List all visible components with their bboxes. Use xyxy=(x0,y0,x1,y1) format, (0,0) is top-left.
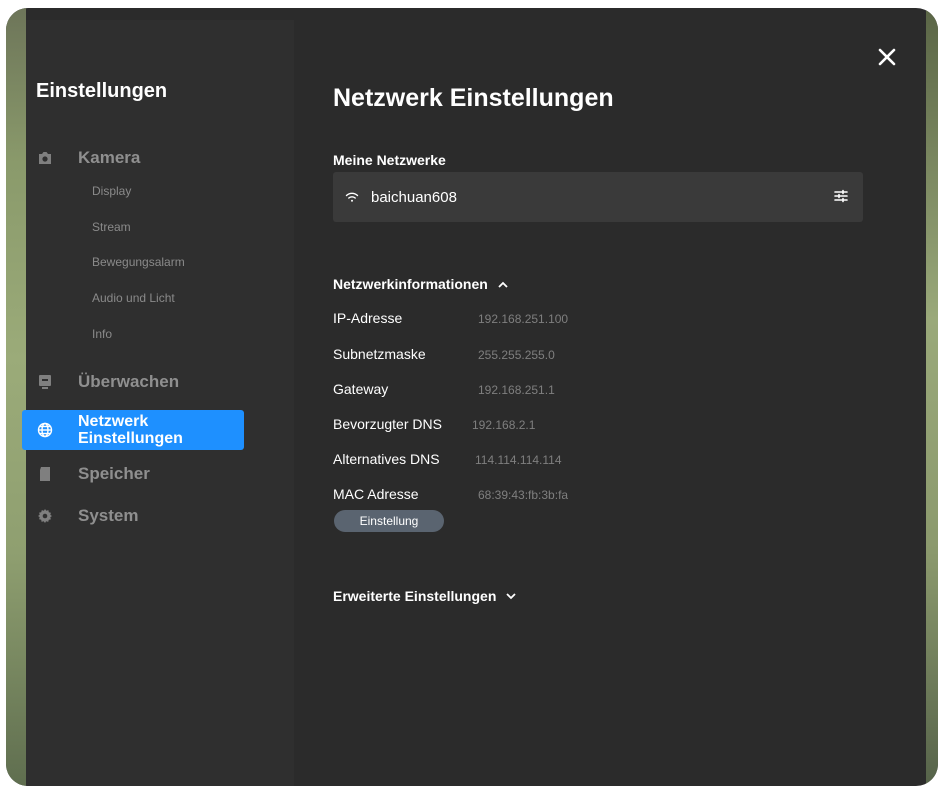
sidebar-item-camera[interactable]: Kamera xyxy=(22,148,244,168)
gear-icon xyxy=(36,507,54,525)
info-value: 192.168.251.100 xyxy=(478,312,569,326)
network-info-title: Netzwerkinformationen xyxy=(333,276,488,292)
globe-icon xyxy=(36,421,54,439)
info-row-preferred-dns: Bevorzugter DNS 192.168.2.1 xyxy=(333,416,535,432)
info-value: 68:39:43:fb:3b:fa xyxy=(478,488,569,502)
sidebar-item-label: Netzwerk Einstellungen xyxy=(78,413,183,447)
page-title: Netzwerk Einstellungen xyxy=(333,84,614,112)
sidebar-item-system[interactable]: System xyxy=(22,506,244,526)
info-row-mac: MAC Adresse 68:39:43:fb:3b:fa xyxy=(333,486,568,502)
sidebar-item-label: System xyxy=(78,506,139,525)
advanced-settings-toggle[interactable]: Erweiterte Einstellungen xyxy=(333,588,517,604)
info-key: Gateway xyxy=(333,381,389,397)
info-value: 192.168.251.1 xyxy=(478,383,555,397)
subitem-stream[interactable]: Stream xyxy=(92,220,131,234)
camera-icon xyxy=(36,149,54,167)
subitem-info[interactable]: Info xyxy=(92,327,112,341)
network-info-toggle[interactable]: Netzwerkinformationen xyxy=(333,276,508,292)
sliders-icon[interactable] xyxy=(833,188,849,204)
settings-dialog xyxy=(6,8,938,786)
my-networks-title: Meine Netzwerke xyxy=(333,152,446,168)
settings-sidebar xyxy=(26,20,294,786)
wifi-ssid: baichuan608 xyxy=(371,188,457,206)
chevron-down-icon xyxy=(506,592,517,600)
sidebar-item-label-line2: Einstellungen xyxy=(78,430,183,447)
sidebar-item-storage[interactable]: Speicher xyxy=(22,464,244,484)
info-row-alternative-dns: Alternatives DNS 114.114.114.114 xyxy=(333,451,562,467)
info-key: IP-Adresse xyxy=(333,310,403,326)
my-networks-heading: Meine Netzwerke xyxy=(333,152,446,168)
advanced-settings-title: Erweiterte Einstellungen xyxy=(333,588,497,604)
subitem-motion-alarm[interactable]: Bewegungsalarm xyxy=(92,255,185,269)
subitem-display[interactable]: Display xyxy=(92,184,131,198)
info-value: 114.114.114.114 xyxy=(475,453,562,467)
info-key: MAC Adresse xyxy=(333,486,419,502)
subitem-audio-light[interactable]: Audio und Licht xyxy=(92,291,175,305)
close-button[interactable] xyxy=(874,44,900,70)
sidebar-title: Einstellungen xyxy=(36,80,168,102)
network-settings-button[interactable]: Einstellung xyxy=(334,510,444,532)
sd-card-icon xyxy=(36,465,54,483)
chevron-up-icon xyxy=(498,281,508,288)
info-row-gateway: Gateway 192.168.251.1 xyxy=(333,381,555,397)
sidebar-item-label: Überwachen xyxy=(78,372,180,391)
video-preview-right xyxy=(926,8,938,786)
info-key: Alternatives DNS xyxy=(333,451,440,467)
wifi-icon xyxy=(345,191,359,203)
sidebar-item-label-line1: Netzwerk xyxy=(78,413,149,430)
wifi-network-card[interactable]: baichuan608 xyxy=(333,172,863,222)
monitor-icon xyxy=(36,373,54,391)
video-preview-left xyxy=(6,8,26,786)
sidebar-item-label: Kamera xyxy=(78,148,141,167)
close-icon xyxy=(878,48,896,66)
info-key: Subnetzmaske xyxy=(333,346,426,362)
info-value: 192.168.2.1 xyxy=(472,418,536,432)
info-value: 255.255.255.0 xyxy=(478,348,555,362)
info-key: Bevorzugter DNS xyxy=(333,416,442,432)
sidebar-item-network-settings[interactable]: Netzwerk Einstellungen xyxy=(22,410,244,450)
sidebar-item-monitoring[interactable]: Überwachen xyxy=(22,372,244,392)
info-row-subnet: Subnetzmaske 255.255.255.0 xyxy=(333,346,555,362)
sidebar-item-label: Speicher xyxy=(78,464,150,483)
info-row-ip: IP-Adresse 192.168.251.100 xyxy=(333,310,568,326)
